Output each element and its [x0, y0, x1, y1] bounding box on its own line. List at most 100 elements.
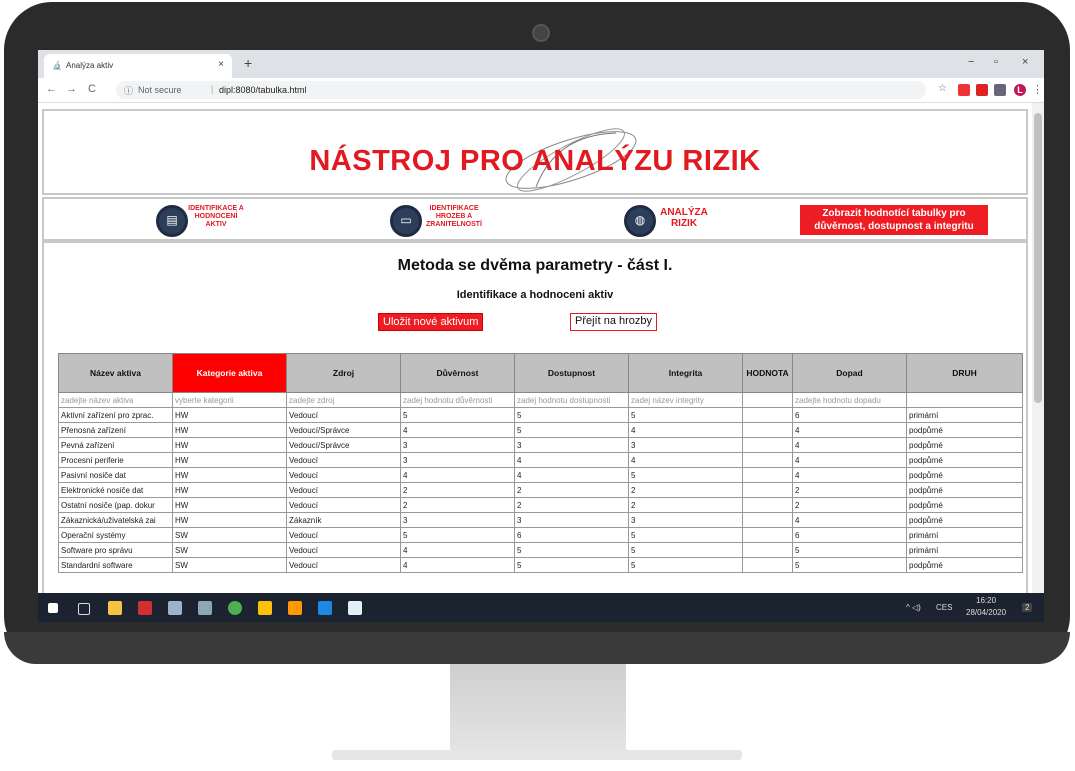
category-cell[interactable]: HW	[172, 512, 287, 528]
value-cell[interactable]	[742, 422, 793, 438]
source-cell[interactable]: Vedoucí	[286, 452, 401, 468]
extension-red-icon[interactable]	[958, 84, 970, 96]
integrity-cell[interactable]: 5	[628, 557, 743, 573]
confidentiality-cell[interactable]: 4	[400, 422, 515, 438]
impact-input[interactable]: zadejte hodnotu dopadu	[792, 392, 907, 408]
category-cell[interactable]: HW	[172, 407, 287, 423]
category-cell[interactable]: SW	[172, 542, 287, 558]
type-cell[interactable]: podpůrné	[906, 557, 1023, 573]
integrity-cell[interactable]: 5	[628, 467, 743, 483]
value-cell[interactable]	[742, 452, 793, 468]
nav-item-threats[interactable]: ▭ IDENTIFIKACE HROZEB A ZRANITELNOSTÍ	[390, 205, 500, 239]
bookmark-star-icon[interactable]: ☆	[938, 83, 947, 94]
asset-name-cell[interactable]: Software pro správu	[58, 542, 173, 558]
category-select[interactable]: vyberte kategorii	[172, 392, 287, 408]
save-asset-button[interactable]: Uložit nové aktivum	[378, 313, 484, 331]
source-cell[interactable]: Vedoucí	[286, 527, 401, 543]
tray-arrows-icon[interactable]: ^ ◁)	[906, 603, 921, 612]
type-cell[interactable]: primární	[906, 542, 1023, 558]
type-cell[interactable]: primární	[906, 527, 1023, 543]
integrity-cell[interactable]: 4	[628, 422, 743, 438]
confidentiality-cell[interactable]: 5	[400, 407, 515, 423]
menu-icon[interactable]: ⋮	[1032, 83, 1043, 96]
value-cell[interactable]	[742, 467, 793, 483]
availability-input[interactable]: zadej hodnotu dostupnosti	[514, 392, 629, 408]
value-cell[interactable]	[742, 437, 793, 453]
acrobat-icon[interactable]	[138, 601, 152, 615]
confidentiality-cell[interactable]: 5	[400, 527, 515, 543]
confidentiality-cell[interactable]: 4	[400, 557, 515, 573]
value-cell[interactable]	[742, 407, 793, 423]
confidentiality-input[interactable]: zadej hodnotu důvěrnosti	[400, 392, 515, 408]
category-cell[interactable]: SW	[172, 527, 287, 543]
value-cell[interactable]	[742, 557, 793, 573]
source-cell[interactable]: Vedoucí/Správce	[286, 422, 401, 438]
chrome-icon[interactable]	[228, 601, 242, 615]
value-cell[interactable]	[742, 497, 793, 513]
availability-cell[interactable]: 5	[514, 542, 629, 558]
reload-icon[interactable]: C	[88, 83, 96, 95]
language-indicator[interactable]: CES	[936, 603, 952, 612]
clock-time[interactable]: 16:20	[976, 596, 996, 605]
source-cell[interactable]: Vedoucí/Správce	[286, 437, 401, 453]
confidentiality-cell[interactable]: 4	[400, 467, 515, 483]
integrity-cell[interactable]: 5	[628, 527, 743, 543]
new-tab-button[interactable]: +	[244, 55, 252, 71]
source-cell[interactable]: Vedoucí	[286, 467, 401, 483]
impact-cell[interactable]: 2	[792, 497, 907, 513]
confidentiality-cell[interactable]: 2	[400, 497, 515, 513]
availability-cell[interactable]: 4	[514, 452, 629, 468]
integrity-cell[interactable]: 4	[628, 452, 743, 468]
confidentiality-cell[interactable]: 3	[400, 512, 515, 528]
opera-icon[interactable]	[976, 84, 988, 96]
type-cell[interactable]: primární	[906, 407, 1023, 423]
maximize-icon[interactable]: ▫	[994, 56, 998, 68]
source-cell[interactable]: Vedoucí	[286, 542, 401, 558]
integrity-cell[interactable]: 5	[628, 542, 743, 558]
value-cell[interactable]	[742, 542, 793, 558]
forward-icon[interactable]: →	[66, 83, 77, 95]
category-cell[interactable]: HW	[172, 497, 287, 513]
asset-name-cell[interactable]: Ostatní nosiče (pap. dokur	[58, 497, 173, 513]
browser-tab[interactable]: 🔬 Analýza aktiv ×	[44, 54, 232, 78]
type-cell[interactable]: podpůrné	[906, 422, 1023, 438]
extension-grey-icon[interactable]	[994, 84, 1006, 96]
type-cell[interactable]: podpůrné	[906, 512, 1023, 528]
availability-cell[interactable]: 4	[514, 467, 629, 483]
category-cell[interactable]: HW	[172, 467, 287, 483]
impact-cell[interactable]: 2	[792, 482, 907, 498]
confidentiality-cell[interactable]: 3	[400, 452, 515, 468]
category-cell[interactable]: HW	[172, 482, 287, 498]
source-cell[interactable]: Vedoucí	[286, 407, 401, 423]
info-icon[interactable]: ⓘ	[124, 84, 133, 97]
asset-name-cell[interactable]: Zákaznická/uživatelská zai	[58, 512, 173, 528]
category-cell[interactable]: HW	[172, 437, 287, 453]
url-bar[interactable]: ⓘ Not secure | dipl:8080/tabulka.html	[116, 81, 926, 99]
go-to-threats-button[interactable]: Přejít na hrozby	[570, 313, 658, 331]
availability-cell[interactable]: 2	[514, 482, 629, 498]
start-icon[interactable]	[48, 603, 58, 613]
source-cell[interactable]: Vedoucí	[286, 482, 401, 498]
availability-cell[interactable]: 5	[514, 407, 629, 423]
value-cell[interactable]	[742, 482, 793, 498]
profile-avatar[interactable]: L	[1014, 84, 1026, 96]
impact-cell[interactable]: 4	[792, 512, 907, 528]
asset-name-cell[interactable]: Elektronické nosiče dat	[58, 482, 173, 498]
type-cell[interactable]: podpůrné	[906, 482, 1023, 498]
source-cell[interactable]: Vedoucí	[286, 497, 401, 513]
asset-name-input[interactable]: zadejte název aktiva	[58, 392, 173, 408]
asset-name-cell[interactable]: Přenosná zařízení	[58, 422, 173, 438]
type-input[interactable]	[906, 392, 1023, 408]
integrity-cell[interactable]: 5	[628, 407, 743, 423]
impact-cell[interactable]: 6	[792, 527, 907, 543]
task-view-icon[interactable]	[78, 603, 90, 615]
integrity-input[interactable]: zadej název integrity	[628, 392, 743, 408]
impact-cell[interactable]: 4	[792, 467, 907, 483]
value-cell[interactable]	[742, 527, 793, 543]
vlc-icon[interactable]	[288, 601, 302, 615]
scroll-thumb[interactable]	[1034, 113, 1042, 403]
integrity-cell[interactable]: 2	[628, 482, 743, 498]
word-icon[interactable]	[318, 601, 332, 615]
page-scrollbar[interactable]	[1032, 103, 1044, 593]
source-cell[interactable]: Vedoucí	[286, 557, 401, 573]
